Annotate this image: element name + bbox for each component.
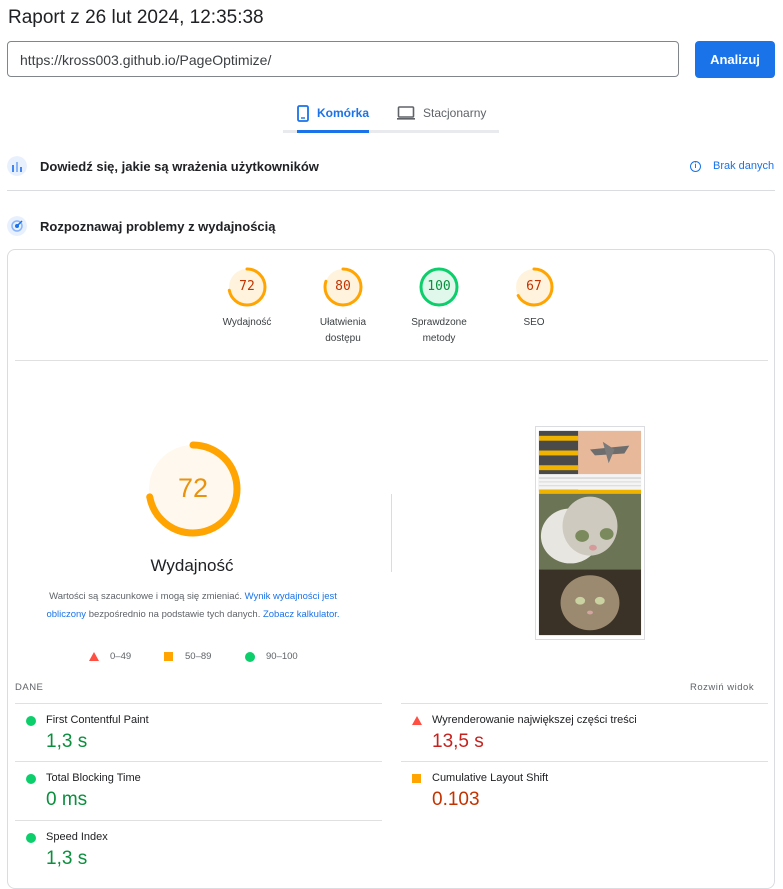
square-icon — [164, 652, 173, 661]
metric-value: 13,5 s — [432, 731, 484, 752]
metric-name: Speed Index — [46, 831, 108, 843]
performance-label: Wydajność — [150, 556, 234, 575]
legend-poor: 0–49 — [89, 651, 131, 662]
metric-name: First Contentful Paint — [46, 714, 149, 726]
gauge-score: 100 — [427, 279, 451, 294]
lab-data-section: Rozpoznawaj problemy z wydajnością — [7, 216, 276, 236]
legend-good-label: 90–100 — [266, 651, 298, 662]
gauge-score: 72 — [239, 279, 255, 294]
triangle-icon — [412, 716, 422, 725]
score-gauge[interactable]: 100 — [419, 267, 459, 307]
tab-mobile-label: Komórka — [317, 106, 370, 120]
field-data-title: Dowiedź się, jakie są wrażenia użytkowni… — [40, 158, 319, 174]
info-icon: i — [690, 160, 701, 172]
gauge-label-line2: metody — [422, 333, 456, 344]
gauge-label-line2: dostępu — [325, 333, 361, 344]
device-tabs: Komórka Stacjonarny — [283, 96, 499, 136]
page-screenshot — [535, 426, 645, 640]
smartphone-icon — [297, 104, 309, 122]
legend-good: 90–100 — [245, 651, 298, 662]
gauge-label-line1: Sprawdzone — [411, 317, 467, 328]
legend-average: 50–89 — [164, 651, 211, 662]
circle-icon — [26, 774, 36, 784]
metric-name: Wyrenderowanie największej części treści — [432, 714, 637, 726]
url-input[interactable]: https://kross003.github.io/PageOptimize/ — [7, 41, 679, 77]
circle-icon — [26, 833, 36, 843]
section-divider — [7, 190, 775, 191]
legend-poor-label: 0–49 — [110, 651, 132, 662]
no-data-link[interactable]: i Brak danych — [690, 160, 774, 172]
tab-desktop-label: Stacjonarny — [423, 106, 487, 120]
score-note: Wartości są szacunkowe i mogą się zmieni… — [30, 588, 356, 624]
circle-icon — [26, 716, 36, 726]
score-gauge[interactable]: 72 — [227, 267, 267, 307]
gauge-score: 80 — [335, 279, 351, 294]
metric-value: 1,3 s — [46, 848, 88, 869]
metric-value: 0 ms — [46, 789, 88, 810]
gauge-score: 67 — [526, 279, 542, 294]
metric-item: Total Blocking Time 0 ms — [15, 761, 382, 820]
gauges-divider — [15, 360, 768, 361]
metric-item: Cumulative Layout Shift 0.103 — [401, 761, 768, 820]
score-gauge[interactable]: 67 — [514, 267, 554, 307]
lab-data-title: Rozpoznawaj problemy z wydajnością — [40, 218, 276, 234]
diagnose-icon — [7, 216, 27, 236]
tab-underline-active — [297, 130, 369, 133]
gauge-label-line1: SEO — [523, 317, 545, 328]
triangle-icon — [89, 652, 99, 661]
calculator-link[interactable]: Zobacz kalkulator. — [263, 609, 340, 620]
score-gauge[interactable]: 80 — [323, 267, 363, 307]
legend-average-label: 50–89 — [185, 651, 212, 662]
metric-name: Total Blocking Time — [46, 772, 141, 784]
expand-view-button[interactable]: Rozwiń widok — [690, 682, 754, 693]
metric-value: 0.103 — [432, 789, 480, 810]
tab-desktop[interactable]: Stacjonarny — [397, 96, 486, 130]
metric-item: Wyrenderowanie największej części treści… — [401, 703, 768, 762]
note-text-1: Wartości są szacunkowe i mogą się zmieni… — [49, 591, 242, 602]
report-title: Raport z 26 lut 2024, 12:35:38 — [8, 7, 264, 28]
gauge-label: SEO — [474, 315, 594, 331]
field-data-section: Dowiedź się, jakie są wrażenia użytkowni… — [7, 156, 319, 176]
square-icon — [412, 774, 421, 783]
vertical-divider — [391, 494, 392, 572]
metric-item: Speed Index 1,3 s — [15, 820, 382, 879]
note-text-2: bezpośrednio na podstawie tych danych. — [88, 609, 261, 620]
gauge-label-line1: Ułatwienia — [319, 317, 367, 328]
gauge-label-line1: Wydajność — [222, 317, 272, 328]
analyze-button[interactable]: Analizuj — [695, 41, 775, 78]
tab-mobile[interactable]: Komórka — [297, 96, 369, 130]
desktop-icon — [397, 106, 415, 120]
metric-item: First Contentful Paint 1,3 s — [15, 703, 382, 762]
circle-icon — [245, 651, 255, 662]
users-experience-icon — [7, 156, 27, 176]
metric-name: Cumulative Layout Shift — [432, 772, 549, 784]
data-header: DANE — [15, 682, 44, 693]
no-data-label: Brak danych — [713, 160, 775, 172]
metric-value: 1,3 s — [46, 731, 88, 752]
performance-score: 72 — [177, 473, 209, 503]
